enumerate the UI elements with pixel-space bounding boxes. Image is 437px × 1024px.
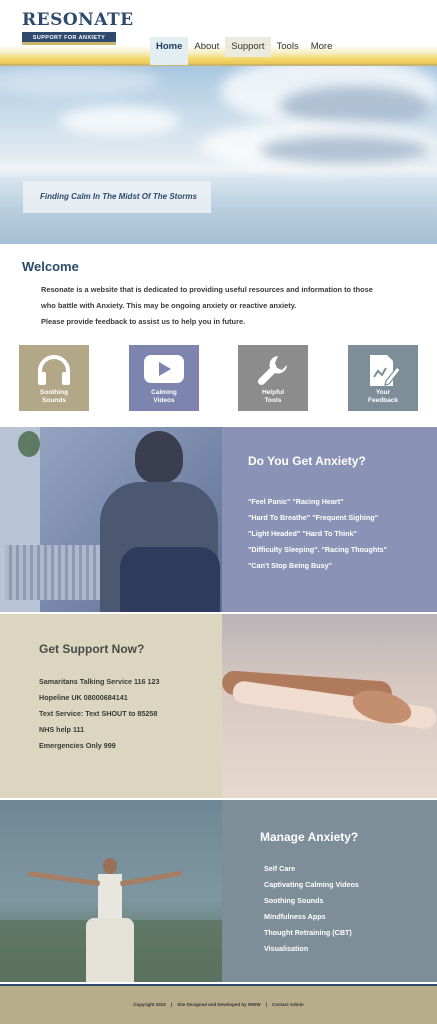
logo-title[interactable]: RESONATE [22, 10, 134, 30]
anxiety-title: Do You Get Anxiety? [248, 454, 366, 468]
tile-label: Your [375, 389, 391, 396]
tile-soothing-sounds[interactable]: Soothing Sounds [19, 345, 89, 411]
nav-tools[interactable]: Tools [271, 37, 305, 57]
anxiety-symptoms-list: "Feel Panic" "Racing Heart" "Hard To Bre… [248, 494, 387, 574]
cloud-shape [60, 106, 180, 136]
symptom-line: "Feel Panic" "Racing Heart" [248, 497, 344, 506]
headphones-icon [38, 355, 70, 385]
manage-link[interactable]: Self Care [264, 861, 359, 877]
manage-link[interactable]: Mindfulness Apps [264, 909, 359, 925]
support-panel: Get Support Now? Samaritans Talking Serv… [0, 614, 222, 798]
cloud-shape [260, 136, 430, 164]
head-shape [103, 858, 117, 874]
support-contacts-list: Samaritans Talking Service 116 123 Hopel… [39, 674, 160, 754]
symptom-line: "Hard To Breathe" "Frequent Sighing" [248, 513, 379, 522]
manage-title: Manage Anxiety? [260, 830, 359, 844]
manage-link[interactable]: Visualisation [264, 941, 359, 957]
body-shape [98, 874, 122, 918]
welcome-title: Welcome [22, 259, 79, 274]
welcome-line: who battle with Anxiety. This may be ong… [41, 301, 297, 310]
symptom-line: "Difficulty Sleeping". "Racing Thoughts" [248, 545, 388, 554]
plant-shape [18, 431, 40, 457]
arm-shape [120, 870, 182, 887]
holding-hands-photo [222, 614, 437, 798]
woman-field-photo [0, 800, 222, 982]
feedback-icon [370, 355, 401, 386]
manage-link[interactable]: Thought Retraining (CBT) [264, 925, 359, 941]
logo-subtitle: SUPPORT FOR ANXIETY [22, 32, 116, 45]
anxious-person-photo [0, 427, 222, 612]
support-title: Get Support Now? [39, 642, 145, 656]
manage-panel: Manage Anxiety? Self Care Captivating Ca… [222, 800, 437, 982]
welcome-line: Resonate is a website that is dedicated … [41, 285, 373, 294]
footer-separator: | [170, 1002, 173, 1007]
support-line: Text Service: Text SHOUT to 85258 [39, 709, 158, 718]
welcome-line: Please provide feedback to assist us to … [41, 317, 246, 326]
welcome-text: Resonate is a website that is dedicated … [41, 282, 406, 330]
tile-label: Soothing [39, 389, 69, 396]
hero-banner: Finding Calm In The Midst Of The Storms [0, 66, 437, 244]
hero-caption: Finding Calm In The Midst Of The Storms [23, 181, 211, 213]
cloud-shape [280, 86, 430, 126]
tile-label: Calming [151, 389, 177, 396]
tile-your-feedback[interactable]: Your Feedback [348, 345, 418, 411]
footer-contact-link[interactable]: Contact Admin [272, 1002, 304, 1007]
support-line: Hopeline UK 08000684141 [39, 693, 128, 702]
footer-copyright: Copyright 2023 [133, 1002, 166, 1007]
nav-home[interactable]: Home [150, 37, 189, 65]
tile-helpful-tools[interactable]: Helpful Tools [238, 345, 308, 411]
site-footer: Copyright 2023 | Site Designed and Devel… [0, 984, 437, 1024]
symptom-line: "Light Headed" "Hard To Think" [248, 529, 357, 538]
nav-more[interactable]: More [305, 37, 339, 57]
radiator-shape [5, 545, 105, 600]
tile-label: Helpful [261, 389, 285, 396]
arm-shape [28, 871, 100, 886]
wrench-icon [257, 356, 287, 386]
manage-link[interactable]: Captivating Calming Videos [264, 877, 359, 893]
nav-about[interactable]: About [188, 37, 225, 57]
tile-label: Sounds [42, 397, 66, 404]
support-line: Emergencies Only 999 [39, 741, 116, 750]
manage-link[interactable]: Soothing Sounds [264, 893, 359, 909]
support-line: NHS help 111 [39, 725, 85, 734]
footer-separator: | [265, 1002, 267, 1007]
anxiety-panel: Do You Get Anxiety? "Feel Panic" "Racing… [222, 427, 437, 612]
tile-label: Tools [264, 397, 282, 404]
support-line: Samaritans Talking Service 116 123 [39, 677, 160, 686]
tile-calming-videos[interactable]: Calming Videos [129, 345, 199, 411]
main-nav: Home About Support Tools More [150, 37, 338, 65]
head-shape [135, 431, 183, 483]
cloud-shape [0, 66, 160, 96]
manage-list: Self Care Captivating Calming Videos Soo… [264, 861, 359, 957]
symptom-line: "Can't Stop Being Busy" [248, 561, 332, 570]
tile-label: Feedback [368, 397, 398, 404]
footer-credit: Site Designed and Developed by WWW [177, 1002, 261, 1007]
site-header: RESONATE SUPPORT FOR ANXIETY Home About … [0, 0, 437, 66]
tile-label: Videos [153, 397, 175, 404]
play-icon [144, 355, 184, 383]
nav-support[interactable]: Support [225, 37, 271, 57]
skirt-shape [86, 918, 134, 982]
legs-shape [120, 547, 220, 612]
